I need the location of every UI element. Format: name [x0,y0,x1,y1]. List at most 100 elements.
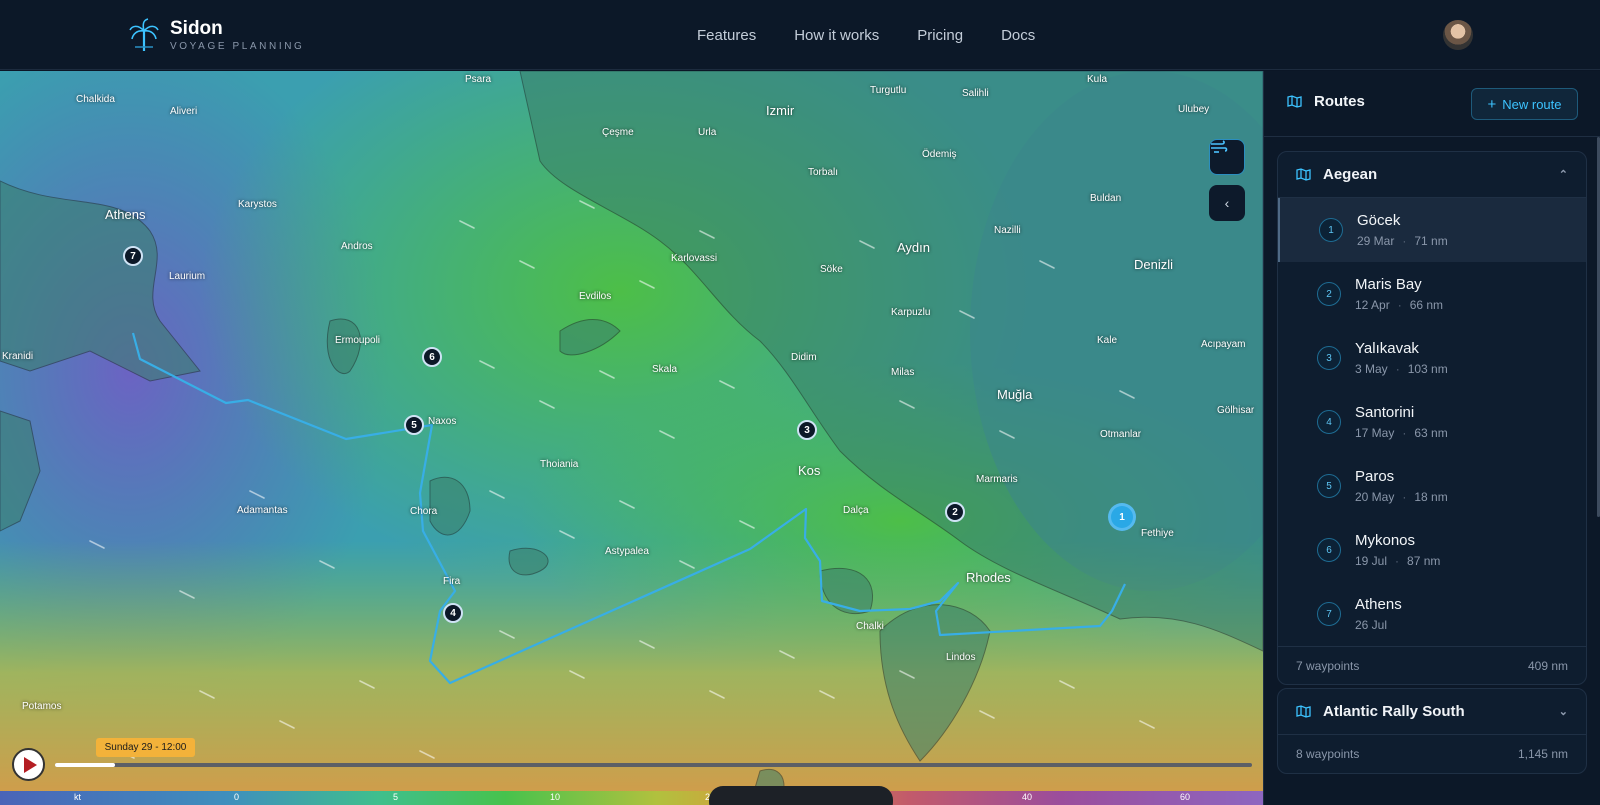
place-label: Ulubey [1178,104,1210,115]
waypoint-marker-1[interactable]: 1 [1108,503,1136,531]
wind-speed-legend: kt 0 5 10 20 40 60 [0,791,1263,805]
stop-distance: 63 nm [1414,426,1448,440]
route-stop-item[interactable]: 7 Athens 26 Jul [1278,582,1586,646]
place-label: Çeşme [602,127,634,138]
legend-tick: 60 [1180,792,1191,802]
wind-icon [1211,140,1228,153]
route-card-header[interactable]: Aegean ⌃ [1278,152,1586,198]
route-stop-item[interactable]: 6 Mykonos 19 Jul · 87 nm [1278,518,1586,582]
place-label: Astypalea [605,546,649,557]
map-icon [1296,705,1311,718]
wind-map[interactable]: Chalkida Aliveri Psara Izmir Turgutlu Sa… [0,71,1263,805]
legend-tick: 0 [234,792,240,802]
place-label: Kos [798,463,821,478]
waypoint-marker-3[interactable]: 3 [797,420,817,440]
stop-distance: 18 nm [1414,490,1448,504]
place-label: Kula [1087,74,1108,85]
place-label: Adamantas [237,505,288,516]
stop-date: 20 May [1355,490,1395,504]
legend-tick: 40 [1022,792,1033,802]
place-label: Milas [891,367,915,378]
stop-meta: 20 May · 18 nm [1355,490,1448,504]
nav-docs[interactable]: Docs [1001,27,1035,44]
route-card-aegean: Aegean ⌃ 1 Göcek 29 Mar · 71 nm 2 Maris Bay 12 … [1277,151,1587,685]
route-name: Atlantic Rally South [1323,703,1465,720]
place-label: Fethiye [1141,528,1174,539]
place-label: Gölhisar [1217,405,1255,416]
legend-tick: kt [74,792,82,802]
route-stop-item[interactable]: 5 Paros 20 May · 18 nm [1278,454,1586,518]
map-icon [1287,95,1302,108]
place-label: Laurium [169,271,206,282]
waypoint-marker-5[interactable]: 5 [404,415,424,435]
top-bar: Sidon VOYAGE PLANNING Features How it wo… [0,0,1600,70]
stop-name: Athens [1355,596,1402,613]
stop-date: 19 Jul [1355,554,1388,568]
place-label: Psara [465,74,492,85]
layer-dock[interactable] [709,786,893,805]
main-nav: Features How it works Pricing Docs [697,27,1073,44]
nav-features[interactable]: Features [697,27,756,44]
user-avatar[interactable] [1443,20,1473,50]
timeline-slider[interactable] [55,763,1252,767]
place-label: Fira [443,576,461,587]
place-label: Chalkida [76,94,115,105]
map-canvas [0,71,1263,805]
route-stop-item[interactable]: 4 Santorini 17 May · 63 nm [1278,390,1586,454]
place-label: Andros [341,241,373,252]
route-total-distance: 1,145 nm [1517,747,1568,761]
stop-distance: 71 nm [1414,234,1448,248]
routes-panel-header: Routes + New route [1264,71,1600,137]
place-label: Ermoupoli [335,335,381,346]
collapse-panel-button[interactable]: ‹ [1209,185,1245,221]
chevron-down-icon[interactable]: ⌄ [1559,705,1568,718]
routes-panel: Routes + New route Aegean ⌃ 1 Göcek 29 Mar… [1263,71,1600,805]
timeline-progress [55,763,115,767]
nav-how-it-works[interactable]: How it works [794,27,879,44]
new-route-button[interactable]: + New route [1471,88,1578,120]
waypoint-marker-6[interactable]: 6 [422,347,442,367]
place-label: Muğla [997,387,1033,402]
waypoint-count: 8 waypoints [1296,747,1360,761]
routes-title: Routes [1287,93,1365,110]
brand-logo[interactable]: Sidon VOYAGE PLANNING [128,18,304,52]
place-label: Denizli [1134,257,1174,272]
stop-date: 12 Apr [1355,298,1390,312]
place-label: Izmir [766,103,795,118]
stop-name: Yalıkavak [1355,340,1419,357]
route-stop-item[interactable]: 3 Yalıkavak 3 May · 103 nm [1278,326,1586,390]
waypoint-marker-4[interactable]: 4 [443,603,463,623]
place-label: Chalki [856,621,884,632]
wind-layer-button[interactable] [1209,139,1245,175]
stop-distance: 103 nm [1407,362,1448,376]
stop-date: 29 Mar [1357,234,1395,248]
route-card-atlantic-rally-south: Atlantic Rally South ⌄ 8 waypoints 1,145… [1277,688,1587,774]
map-icon [1296,168,1311,181]
route-stop-item[interactable]: 1 Göcek 29 Mar · 71 nm [1278,198,1586,262]
route-card-header[interactable]: Atlantic Rally South ⌄ [1278,689,1586,735]
place-label: Salihli [962,88,989,99]
place-label: Didim [791,352,817,363]
nav-pricing[interactable]: Pricing [917,27,963,44]
play-button[interactable] [12,748,45,781]
stop-date: 17 May [1355,426,1395,440]
chevron-up-icon[interactable]: ⌃ [1559,168,1568,181]
place-label: Buldan [1090,193,1122,204]
place-label: Kranidi [2,351,34,362]
stop-number-badge: 7 [1317,602,1341,626]
place-label: Lindos [946,652,976,663]
place-label: Urla [698,127,717,138]
stop-meta: 12 Apr · 66 nm [1355,298,1443,312]
waypoint-count: 7 waypoints [1296,658,1360,673]
palm-logo-icon [129,18,159,51]
route-stop-item[interactable]: 2 Maris Bay 12 Apr · 66 nm [1278,262,1586,326]
place-label: Nazilli [994,225,1021,236]
waypoint-marker-2[interactable]: 2 [945,502,965,522]
place-label: Acıpayam [1201,339,1246,350]
place-label: Söke [820,264,843,275]
waypoint-marker-7[interactable]: 7 [123,246,143,266]
place-label: Evdilos [579,291,612,302]
chevron-left-icon: ‹ [1224,195,1230,211]
place-label: Marmaris [976,474,1018,485]
legend-tick: 5 [393,792,399,802]
